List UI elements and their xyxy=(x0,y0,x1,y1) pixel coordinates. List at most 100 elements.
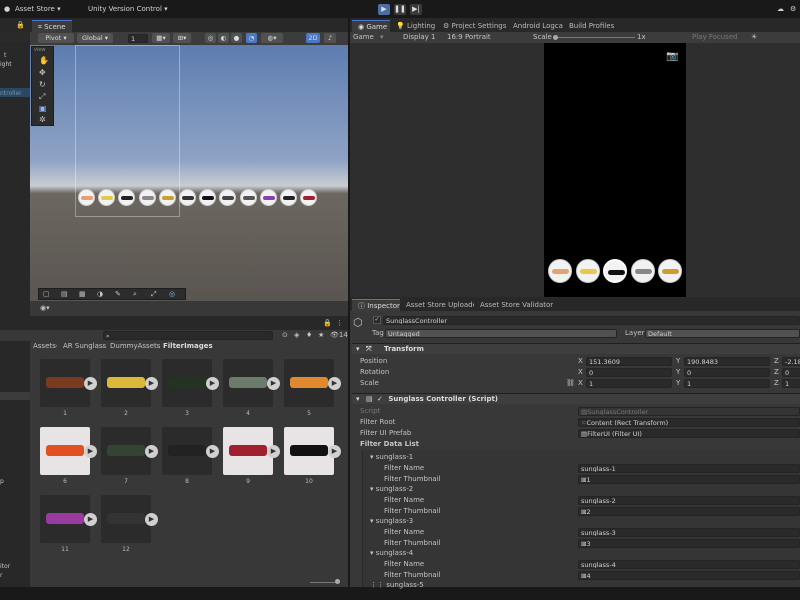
screenshot-camera-icon[interactable]: 📷 xyxy=(666,51,678,62)
asset-thumbnail[interactable]: ▶ xyxy=(101,427,158,475)
x-axis-label[interactable]: X xyxy=(578,379,583,387)
game-screen[interactable]: 📷 xyxy=(544,43,686,297)
z-axis-label[interactable]: Z xyxy=(774,357,779,365)
2d-toggle[interactable]: 2D xyxy=(306,33,320,43)
lit-icon[interactable]: ● xyxy=(231,33,242,43)
scale-z-field[interactable]: 1 xyxy=(782,379,800,388)
filter-thumbnail-field[interactable]: ⊠1 xyxy=(578,475,800,484)
entry-title[interactable]: ▾ sunglass-4 xyxy=(370,549,413,557)
rect-view-icon[interactable]: ▢ xyxy=(43,290,50,298)
scale-y-field[interactable]: 1 xyxy=(684,379,770,388)
filter-thumbnail-field[interactable]: ⊠2 xyxy=(578,507,800,516)
camera-orbit-icon[interactable]: ◎ xyxy=(169,290,175,298)
lock-icon[interactable]: 🔒 xyxy=(16,21,25,29)
grid-snap-button[interactable]: ▦▾ xyxy=(152,33,170,43)
play-button[interactable]: ▶ xyxy=(378,4,390,15)
scale-x-field[interactable]: 1 xyxy=(586,379,672,388)
rect-tool-icon[interactable]: ▣ xyxy=(39,104,47,113)
aspect-dropdown[interactable]: 16:9 Portrait xyxy=(447,33,491,41)
rotation-x-field[interactable]: 0 xyxy=(586,368,672,377)
object-name-field[interactable]: SunglassController xyxy=(383,316,800,325)
filter-name-field[interactable]: sunglass-3 xyxy=(578,528,800,537)
rotation-y-field[interactable]: 0 xyxy=(684,368,770,377)
folder-item[interactable]: p xyxy=(0,478,4,485)
tab-game[interactable]: ◉ Game xyxy=(352,20,394,32)
position-x-field[interactable]: 151.3609 xyxy=(586,357,672,366)
game-filter-button[interactable] xyxy=(630,259,655,283)
scene-viewport[interactable]: view ✋ ✥ ↻ ⤢ ▣ ✲ ▢ ▤ ▦ ◑ ✎ ⌕ ⤢ ◎ xyxy=(30,45,348,301)
pivot-dropdown[interactable]: Pivot ▾ xyxy=(38,33,74,43)
sprite-expand-button[interactable]: ▶ xyxy=(328,445,341,458)
lock-icon[interactable]: 🔒 xyxy=(323,319,332,327)
snap-increment-field[interactable]: 1 xyxy=(128,34,148,43)
z-axis-label[interactable]: Z xyxy=(774,368,779,376)
overlay-menu-icon[interactable]: ◉▾ xyxy=(40,304,50,312)
asset-thumbnail[interactable]: ▶ xyxy=(40,427,97,475)
display-dropdown[interactable]: Display 1 xyxy=(403,33,435,41)
sprite-expand-button[interactable]: ▶ xyxy=(84,377,97,390)
grid-icon[interactable]: ▦ xyxy=(79,290,86,298)
rotate-tool-icon[interactable]: ↻ xyxy=(39,80,46,89)
search-icon[interactable]: ⌕ xyxy=(133,290,137,299)
pause-button[interactable]: ❚❚ xyxy=(394,4,406,15)
tab-scene[interactable]: ⌗ Scene xyxy=(32,20,72,32)
project-search-input[interactable]: ⌕ xyxy=(103,331,273,340)
position-y-field[interactable]: 190.8483 xyxy=(684,357,770,366)
filter-root-field[interactable]: ⁙Content (Rect Transform) xyxy=(578,418,800,427)
transform-tool-icon[interactable]: ✲ xyxy=(39,115,46,124)
sprite-expand-button[interactable]: ▶ xyxy=(267,445,280,458)
asset-thumbnail[interactable]: ▶ xyxy=(101,359,158,407)
layout-icon[interactable]: ▤ xyxy=(61,290,68,298)
asset-store-menu[interactable]: Asset Store ▾ xyxy=(15,5,61,13)
label-filter-icon[interactable]: ♦ xyxy=(306,331,312,339)
filter-name-field[interactable]: sunglass-4 xyxy=(578,560,800,569)
icon-size-handle[interactable] xyxy=(335,579,340,584)
tab-lighting[interactable]: 💡 Lighting xyxy=(390,20,442,32)
account-icon[interactable]: ● xyxy=(4,5,10,13)
settings-icon[interactable]: ⚙ xyxy=(790,5,796,13)
rotation-z-field[interactable]: 0 xyxy=(782,368,800,377)
tab-inspector[interactable]: ⓘ Inspector xyxy=(352,299,406,311)
entry-title-sunglass-5[interactable]: ⋮⋮ sunglass-5 xyxy=(370,581,424,589)
move-tool-icon[interactable]: ✥ xyxy=(39,68,46,77)
stats-icon[interactable]: ☀ xyxy=(751,33,757,41)
folder-item[interactable]: itor xyxy=(0,563,10,570)
scale-slider[interactable] xyxy=(555,37,635,38)
breadcrumb-item[interactable]: AR Sunglass xyxy=(63,342,106,350)
effects-dropdown[interactable]: ◍▾ xyxy=(261,33,283,43)
sprite-expand-button[interactable]: ▶ xyxy=(267,377,280,390)
game-filter-button[interactable] xyxy=(658,259,682,283)
y-axis-label[interactable]: Y xyxy=(676,368,680,376)
asset-thumbnail[interactable]: ▶ xyxy=(223,359,280,407)
paint-icon[interactable]: ✎ xyxy=(115,290,121,298)
component-enabled-checkbox[interactable]: ✓ xyxy=(377,395,383,403)
active-checkbox[interactable]: ✓ xyxy=(373,316,381,324)
asset-thumbnail[interactable]: ▶ xyxy=(40,359,97,407)
game-filter-button[interactable] xyxy=(575,259,600,283)
filter-prefab-field[interactable]: ▤FilterUI (Filter UI) xyxy=(578,429,800,438)
snap-settings-button[interactable]: ⊞▾ xyxy=(173,33,191,43)
constrain-proportions-icon[interactable]: ⛓ xyxy=(566,379,575,387)
filter-data-list-label[interactable]: Filter Data List xyxy=(360,440,419,448)
position-z-field[interactable]: -2.18 xyxy=(782,357,800,366)
sprite-expand-button[interactable]: ▶ xyxy=(145,377,158,390)
asset-thumbnail[interactable]: ▶ xyxy=(284,359,341,407)
scale-slider-handle[interactable] xyxy=(553,35,558,40)
y-axis-label[interactable]: Y xyxy=(676,357,680,365)
tab-android-logcat[interactable]: Android Logcat xyxy=(507,20,572,32)
sprite-expand-button[interactable]: ▶ xyxy=(84,445,97,458)
y-axis-label[interactable]: Y xyxy=(676,379,680,387)
wire-sphere-icon[interactable]: ◎ xyxy=(205,33,216,43)
version-control-menu[interactable]: Unity Version Control ▾ xyxy=(88,5,168,13)
asset-thumbnail[interactable]: ▶ xyxy=(162,427,219,475)
filter-thumbnail-field[interactable]: ⊠3 xyxy=(578,539,800,548)
expand-icon[interactable]: ⤢ xyxy=(151,290,157,299)
tab-asset-store-validator[interactable]: Asset Store Validator xyxy=(474,299,560,311)
step-button[interactable]: ▶| xyxy=(410,4,422,15)
shaded-icon[interactable]: ◐ xyxy=(218,33,229,43)
game-filter-button[interactable] xyxy=(548,259,572,283)
global-dropdown[interactable]: Global ▾ xyxy=(77,33,113,43)
asset-thumbnail[interactable]: ▶ xyxy=(162,359,219,407)
sprite-expand-button[interactable]: ▶ xyxy=(145,513,158,526)
orbit-icon[interactable]: ◑ xyxy=(97,290,103,298)
